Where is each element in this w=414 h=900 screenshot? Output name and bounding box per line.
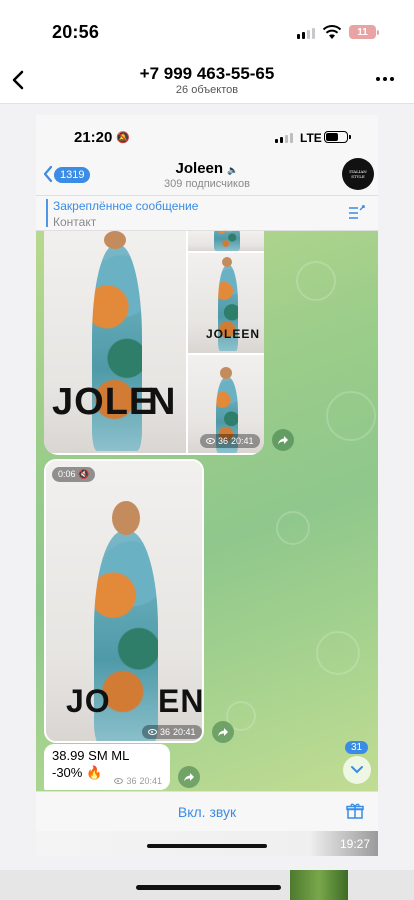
pinned-list-icon[interactable] — [348, 205, 366, 221]
channel-avatar[interactable]: ITALIAN STYLE — [342, 158, 374, 190]
photo-album-message[interactable]: JOLE N JOLEEN 36 20:41 — [44, 231, 264, 455]
share-icon[interactable] — [272, 429, 294, 451]
battery-level: 11 — [357, 26, 368, 38]
pinned-accent-bar — [46, 199, 48, 227]
album-photo-middle[interactable]: JOLEEN — [188, 253, 264, 353]
channel-header: 1319 Joleen 🔈 309 подписчиков ITALIAN ST… — [36, 157, 378, 195]
eye-icon — [206, 438, 215, 444]
chat-background: JOLE N JOLEEN 36 20:41 JO EN 0:06 🔇 36 2… — [36, 231, 378, 791]
price-message[interactable]: 38.99 SM ML -30% 🔥 36 20:41 — [44, 744, 170, 790]
pinned-title: Закреплённое сообщение — [53, 199, 199, 213]
contact-header: +7 999 463-55-65 26 объектов — [0, 58, 414, 104]
inner-home-indicator — [147, 844, 267, 848]
inner-status-bar: 21:20 🔕 LTE — [36, 115, 378, 157]
battery-icon: 11 — [349, 25, 376, 39]
home-indicator[interactable] — [136, 885, 281, 890]
scroll-down-button[interactable] — [343, 756, 371, 784]
pinned-message-bar[interactable]: Закреплённое сообщение Контакт — [36, 195, 378, 231]
album-brand-small: JOLEEN — [206, 327, 261, 341]
video-views: 36 — [160, 727, 171, 737]
inner-home-strip: 19:27 — [36, 831, 378, 856]
channel-subscribers: 309 подписчиков — [164, 178, 250, 190]
outer-status-time: 20:56 — [52, 22, 100, 42]
outer-status-bar: 20:56 11 — [0, 0, 414, 58]
inner-battery-cap — [349, 135, 351, 139]
video-duration-badge: 0:06 🔇 — [52, 467, 96, 482]
contact-title[interactable]: +7 999 463-55-65 — [0, 64, 414, 84]
contact-subtitle: 26 объектов — [175, 84, 239, 96]
scroll-down-count: 31 — [345, 741, 369, 754]
outer-bottom-area — [0, 870, 414, 900]
channel-bottom-bar: Вкл. звук — [36, 791, 378, 831]
album-time: 20:41 — [231, 436, 254, 446]
pinned-text: Контакт — [53, 215, 97, 229]
share-icon[interactable] — [178, 766, 200, 788]
channel-name-text: Joleen — [175, 160, 224, 177]
album-photo-main[interactable]: JOLE N — [44, 231, 186, 453]
battery-cap — [377, 30, 379, 35]
cellular-signal-icon — [297, 28, 315, 39]
video-brand-text-left: JO — [66, 683, 111, 719]
unmute-button[interactable]: Вкл. звук — [36, 804, 378, 820]
gift-icon[interactable] — [346, 802, 364, 820]
album-photo-top[interactable] — [188, 231, 264, 251]
muted-video-icon: 🔇 — [78, 469, 90, 479]
shared-screenshot[interactable]: 21:20 🔕 LTE 1319 Joleen 🔈 309 подписчико… — [36, 115, 378, 856]
share-icon[interactable] — [212, 721, 234, 743]
album-brand-text-right: N — [148, 381, 177, 423]
inner-signal-icon — [275, 133, 293, 143]
price-time: 20:41 — [139, 776, 162, 786]
album-brand-text-left: JOLE — [52, 381, 156, 423]
price-line-1: 38.99 SM ML — [52, 748, 130, 763]
video-duration-text: 0:06 — [58, 469, 76, 479]
inner-battery-icon — [324, 131, 348, 143]
eye-icon — [114, 778, 124, 784]
plant-image — [290, 870, 348, 900]
mute-bell-icon: 🔕 — [116, 132, 130, 144]
price-meta: 36 20:41 — [114, 776, 162, 786]
network-type: LTE — [300, 131, 322, 145]
album-meta: 36 20:41 — [200, 434, 260, 448]
eye-icon — [148, 729, 157, 735]
inner-status-time: 21:20 — [74, 129, 113, 146]
video-meta: 36 20:41 — [142, 725, 202, 739]
video-time: 20:41 — [173, 727, 196, 737]
chevron-down-icon — [351, 766, 363, 774]
mute-speaker-icon: 🔈 — [227, 165, 239, 175]
price-views: 36 — [126, 776, 137, 786]
video-total-duration: 19:27 — [339, 837, 370, 851]
album-views: 36 — [218, 436, 229, 446]
more-icon[interactable] — [376, 77, 394, 81]
video-brand-text-right: EN — [158, 683, 204, 719]
wifi-icon — [322, 25, 342, 39]
video-message[interactable]: JO EN 0:06 🔇 36 20:41 — [44, 459, 204, 743]
channel-name[interactable]: Joleen 🔈 — [36, 160, 378, 177]
